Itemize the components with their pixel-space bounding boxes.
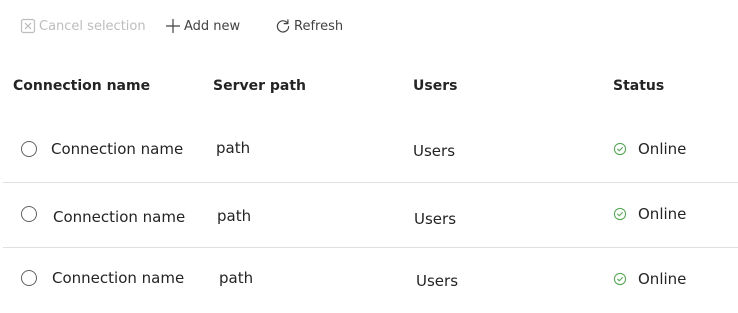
cancel-selection-label: Cancel selection — [39, 18, 146, 34]
add-new-label: Add new — [184, 18, 241, 34]
row-select-radio[interactable] — [21, 270, 37, 286]
status-cell: Online — [613, 205, 686, 223]
server-path-cell: path — [216, 139, 251, 157]
users-cell: Users — [413, 142, 456, 160]
status-label: Online — [638, 140, 687, 158]
users-cell: Users — [414, 210, 457, 228]
table-row[interactable]: Connection name path Users Online — [3, 248, 738, 313]
server-path-cell: path — [219, 269, 254, 287]
refresh-icon — [275, 18, 291, 34]
checkmark-circle-icon — [613, 142, 627, 156]
checkmark-circle-icon — [613, 207, 627, 221]
table-row[interactable]: Connection name path Users Online — [3, 183, 738, 248]
dismiss-square-icon — [20, 18, 36, 34]
column-header-users[interactable]: Users — [413, 78, 457, 94]
add-new-button[interactable]: Add new — [165, 15, 240, 37]
table-row[interactable]: Connection name path Users Online — [3, 118, 738, 183]
row-select-radio[interactable] — [21, 141, 37, 157]
column-header-status[interactable]: Status — [613, 78, 664, 94]
connection-name-cell: Connection name — [51, 140, 184, 158]
table-header: Connection name Server path Users Status — [0, 70, 738, 106]
status-cell: Online — [613, 270, 686, 288]
status-label: Online — [638, 270, 687, 288]
row-select-radio[interactable] — [21, 206, 37, 222]
command-bar: Cancel selection Add new Refresh — [0, 0, 738, 52]
server-path-cell: path — [217, 207, 252, 225]
column-header-connection-name[interactable]: Connection name — [13, 78, 150, 94]
refresh-label: Refresh — [294, 18, 344, 34]
cancel-selection-button[interactable]: Cancel selection — [20, 15, 146, 37]
status-label: Online — [638, 205, 687, 223]
column-header-server-path[interactable]: Server path — [213, 78, 306, 94]
connection-name-cell: Connection name — [53, 208, 186, 226]
add-icon — [165, 18, 181, 34]
users-cell: Users — [416, 272, 459, 290]
refresh-button[interactable]: Refresh — [275, 15, 343, 37]
status-cell: Online — [613, 140, 686, 158]
connection-name-cell: Connection name — [52, 269, 185, 287]
checkmark-circle-icon — [613, 272, 627, 286]
